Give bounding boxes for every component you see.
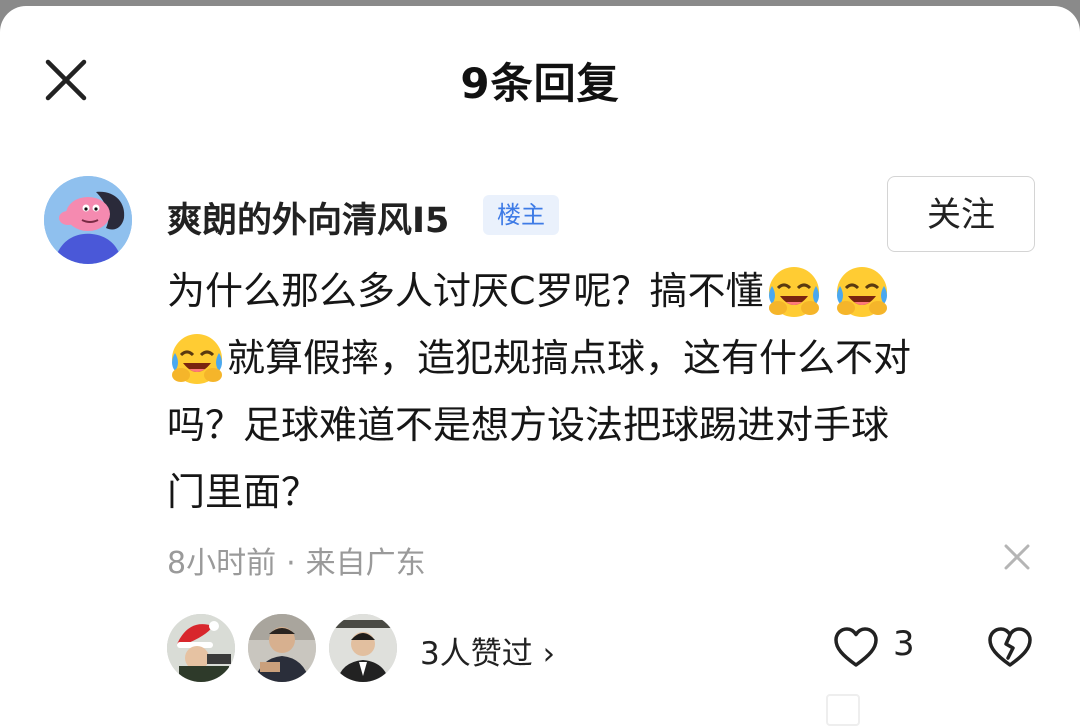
- dislike-button[interactable]: [986, 624, 1034, 672]
- laughing-crying-emoji-icon: [764, 260, 824, 320]
- comment-line-4: 门里面？: [167, 470, 320, 514]
- laughing-crying-emoji-icon: [832, 260, 892, 320]
- heart-icon: [834, 627, 878, 667]
- like-button[interactable]: [832, 624, 880, 672]
- broken-heart-icon: [988, 627, 1032, 667]
- liker-avatar[interactable]: [248, 614, 316, 682]
- comment-location: 来自广东: [305, 546, 426, 581]
- username[interactable]: 爽朗的外向清风I5: [167, 192, 449, 243]
- likes-summary: 3人赞过: [420, 636, 533, 672]
- op-badge: 楼主: [483, 195, 559, 235]
- chevron-right-icon: ›: [542, 636, 555, 672]
- reply-sheet: 9条回复 爽朗的外向清风I5 楼主 关注 为什么那么多人讨厌C罗呢？搞不懂 就算…: [0, 6, 1080, 728]
- like-count: 3: [893, 624, 915, 664]
- faded-placeholder-icon: [826, 694, 860, 726]
- laughing-crying-emoji-icon: [167, 327, 227, 387]
- comment-line-3: 吗？足球难道不是想方设法把球踢进对手球: [167, 403, 890, 447]
- user-avatar[interactable]: [44, 176, 132, 264]
- dismiss-button[interactable]: [1000, 540, 1034, 574]
- comment-line-1: 为什么那么多人讨厌C罗呢？搞不懂: [167, 258, 1037, 325]
- comment-text-part: 为什么那么多人讨厌C罗呢？搞不懂: [167, 269, 764, 313]
- comment-time: 8小时前: [167, 546, 277, 581]
- liker-avatar[interactable]: [329, 614, 397, 682]
- comment-text-part: 就算假摔，造犯规搞点球，这有什么不对: [227, 336, 912, 380]
- comment-line-2: 就算假摔，造犯规搞点球，这有什么不对: [167, 325, 1037, 392]
- dismiss-icon: [1004, 544, 1030, 570]
- page-title: 9条回复: [460, 59, 620, 108]
- liker-avatar[interactable]: [167, 614, 235, 682]
- comment-meta: 8小时前 · 来自广东: [167, 538, 426, 582]
- likes-summary-link[interactable]: 3人赞过 ›: [420, 628, 555, 673]
- follow-button[interactable]: 关注: [887, 176, 1035, 252]
- comment-text: 为什么那么多人讨厌C罗呢？搞不懂 就算假摔，造犯规搞点球，这有什么不对 吗？足球…: [167, 258, 1037, 526]
- avatar-illustration: [44, 176, 132, 264]
- meta-separator: ·: [286, 546, 296, 581]
